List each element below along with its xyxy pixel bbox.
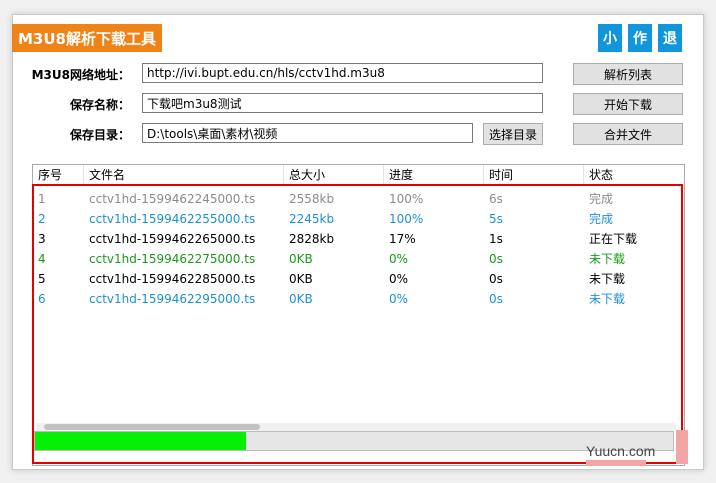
highlight-box	[32, 184, 683, 464]
save-dir-label: 保存目录：	[69, 128, 130, 142]
select-dir-button[interactable]: 选择目录	[483, 123, 543, 145]
merge-files-button[interactable]: 合并文件	[573, 123, 683, 145]
list-header: 序号 文件名 总大小 进度 时间 状态	[33, 165, 684, 186]
save-name-label: 保存名称：	[69, 98, 130, 112]
watermark: Yuucn.com	[586, 443, 656, 459]
save-name-input[interactable]	[142, 93, 543, 113]
author-button[interactable]: 作	[628, 24, 652, 52]
column-header-filename[interactable]: 文件名	[84, 165, 284, 185]
column-header-index[interactable]: 序号	[33, 165, 84, 185]
parse-list-button[interactable]: 解析列表	[573, 63, 683, 85]
minimize-button[interactable]: 小	[598, 24, 622, 52]
url-label: M3U8网络地址：	[31, 68, 130, 82]
column-header-progress[interactable]: 进度	[384, 165, 484, 185]
watermark-decor	[676, 430, 688, 464]
url-input[interactable]	[142, 63, 543, 83]
column-header-status[interactable]: 状态	[584, 165, 684, 185]
column-header-time[interactable]: 时间	[484, 165, 584, 185]
start-download-button[interactable]: 开始下载	[573, 93, 683, 115]
exit-button[interactable]: 退	[658, 24, 682, 52]
app-title: M3U8解析下载工具	[12, 24, 162, 52]
save-dir-input[interactable]	[142, 123, 473, 143]
column-header-size[interactable]: 总大小	[284, 165, 384, 185]
